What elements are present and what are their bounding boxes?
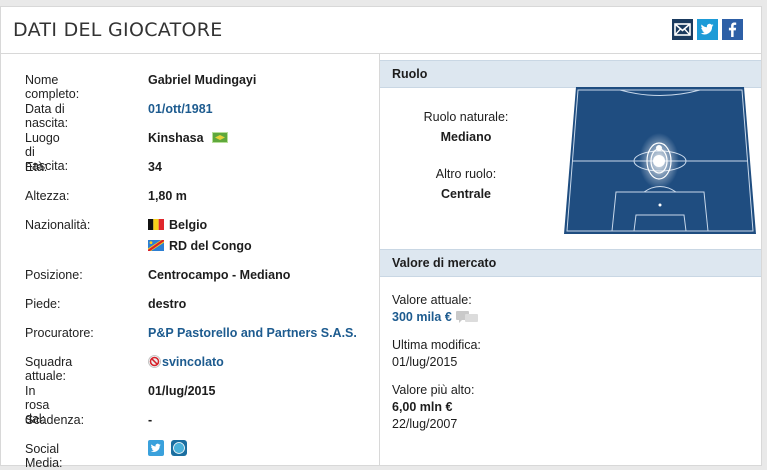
other-role-value: Centrale — [440, 187, 492, 201]
twitter-icon[interactable] — [697, 19, 718, 40]
congo-flag-icon — [212, 132, 229, 143]
age-value: 34 — [148, 160, 162, 174]
player-data-card: DATI DEL GIOCATORE Nome completo: Gabrie… — [0, 6, 762, 470]
birth-date-link[interactable]: 01/ott/1981 — [148, 102, 213, 116]
detail-label: Data di nascita: — [25, 102, 69, 130]
detail-label: Piede: — [25, 297, 61, 311]
detail-label: Social Media: — [25, 442, 63, 470]
highest-value-label: Valore più alto: — [392, 383, 475, 397]
current-value[interactable]: 300 mila € — [392, 310, 479, 324]
belgium-flag-icon — [148, 219, 164, 230]
natural-role-label: Ruolo naturale: — [423, 110, 509, 124]
joined-value: 01/lug/2015 — [148, 384, 216, 398]
pitch-diagram — [564, 87, 756, 234]
birth-place-value: Kinshasa — [148, 131, 229, 145]
detail-label: Altezza: — [25, 189, 70, 203]
secondary-position-marker — [656, 145, 662, 151]
nationality-belgium: Belgio — [169, 218, 208, 232]
player-details: Nome completo: Gabriel Mudingayi Data di… — [1, 54, 380, 470]
website-icon[interactable] — [171, 440, 188, 456]
no-club-icon — [148, 355, 161, 368]
birth-place-text: Kinshasa — [148, 131, 204, 145]
share-buttons — [672, 19, 743, 40]
chat-bubbles-icon[interactable] — [455, 310, 479, 324]
facebook-icon[interactable] — [722, 19, 743, 40]
detail-label: Procuratore: — [25, 326, 94, 340]
foot-value: destro — [148, 297, 187, 311]
detail-label: Scadenza: — [25, 413, 85, 427]
full-name-value: Gabriel Mudingayi — [148, 73, 257, 87]
card-title: DATI DEL GIOCATORE — [13, 19, 223, 41]
current-value-text: 300 mila € — [392, 310, 452, 324]
highest-value-date: 22/lug/2007 — [392, 417, 458, 431]
side-panel: Ruolo Ruolo naturale: Mediano Altro ruol… — [380, 54, 761, 465]
natural-role-value: Mediano — [440, 130, 492, 144]
current-club-text: svincolato — [162, 355, 224, 369]
card-header: DATI DEL GIOCATORE — [1, 7, 761, 54]
last-change-label: Ultima modifica: — [392, 338, 481, 352]
detail-label: Squadra attuale: — [25, 355, 73, 383]
nationality-value-1: Belgio — [148, 218, 207, 232]
dr-congo-flag-icon — [148, 240, 164, 251]
mail-icon[interactable] — [672, 19, 693, 40]
role-section-header: Ruolo — [380, 60, 761, 88]
twitter-icon[interactable] — [148, 440, 164, 456]
highest-value: 6,00 mln € — [392, 400, 453, 414]
detail-label: Età: — [25, 160, 48, 174]
current-club-link[interactable]: svincolato — [148, 355, 224, 369]
social-links — [148, 440, 188, 459]
other-role-label: Altro ruolo: — [435, 167, 497, 181]
position-value: Centrocampo - Mediano — [148, 268, 291, 282]
detail-label: Nome completo: — [25, 73, 80, 101]
last-change-value: 01/lug/2015 — [392, 355, 458, 369]
detail-label: Posizione: — [25, 268, 83, 282]
agent-link[interactable]: P&P Pastorello and Partners S.A.S. — [148, 326, 357, 340]
height-value: 1,80 m — [148, 189, 187, 203]
nationality-dr-congo: RD del Congo — [169, 239, 252, 253]
detail-label: Nazionalità: — [25, 218, 91, 232]
nationality-value-2: RD del Congo — [148, 239, 252, 253]
market-section-header: Valore di mercato — [380, 249, 761, 277]
current-value-label: Valore attuale: — [392, 293, 472, 307]
contract-end-value: - — [148, 413, 153, 427]
